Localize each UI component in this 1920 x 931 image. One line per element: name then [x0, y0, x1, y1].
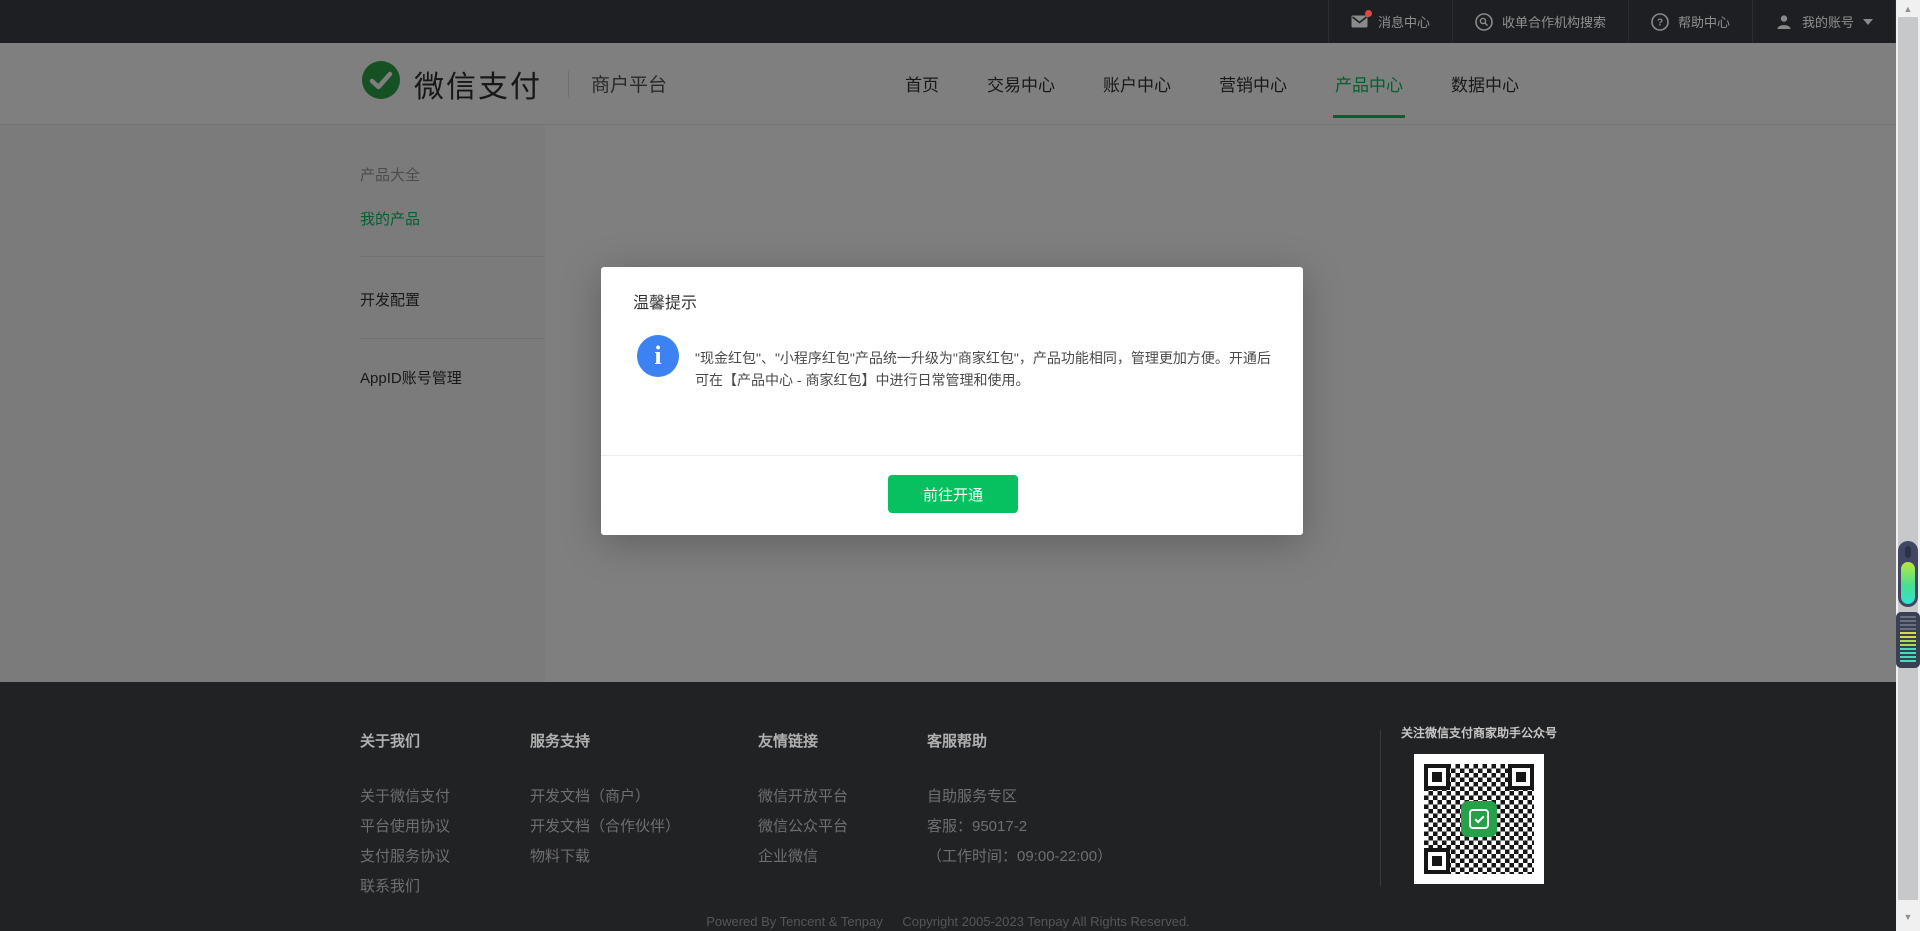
extension-gradient-indicator [1898, 541, 1918, 607]
qr-finder-icon [1508, 764, 1534, 790]
footer-link[interactable]: 开发文档（合作伙伴） [530, 812, 680, 842]
footer-col-title: 客服帮助 [927, 730, 1112, 751]
copyright-text: Copyright 2005-2023 Tenpay All Rights Re… [902, 914, 1189, 929]
topbar-item-label: 收单合作机构搜索 [1502, 12, 1606, 31]
dialog-message: "现金红包"、"小程序红包"产品统一升级为"商家红包"，产品功能相同，管理更加方… [695, 347, 1280, 391]
topbar: 消息中心 收单合作机构搜索 ? 帮助中心 我的账号 [0, 0, 1896, 43]
scrollbar-thumb[interactable] [1898, 17, 1918, 900]
dialog-title: 温馨提示 [633, 289, 697, 313]
footer-link[interactable]: 关于微信支付 [360, 782, 450, 812]
topbar-item-label: 帮助中心 [1678, 12, 1730, 31]
qr-section: 关注微信支付商家助手公众号 [1394, 724, 1564, 884]
qr-center-logo-icon [1461, 801, 1497, 837]
footer-link[interactable]: 自助服务专区 [927, 782, 1112, 812]
scrollbar: ▲ ▼ [1896, 0, 1920, 931]
footer-link[interactable]: 联系我们 [360, 872, 450, 902]
topbar-item-acquirer-search[interactable]: 收单合作机构搜索 [1452, 0, 1628, 43]
footer: 关于我们 关于微信支付 平台使用协议 支付服务协议 联系我们 服务支持 开发文档… [0, 682, 1896, 931]
footer-col-title: 服务支持 [530, 730, 680, 751]
footer-link[interactable]: 开发文档（商户） [530, 782, 680, 812]
copyright-line: Powered By Tencent & Tenpay Copyright 20… [0, 914, 1896, 929]
footer-col-service-support: 服务支持 开发文档（商户） 开发文档（合作伙伴） 物料下载 [530, 730, 680, 872]
qr-caption: 关注微信支付商家助手公众号 [1394, 724, 1564, 741]
footer-text-hours: （工作时间：09:00-22:00） [927, 842, 1112, 872]
footer-col-title: 关于我们 [360, 730, 450, 751]
topbar-item-help-center[interactable]: ? 帮助中心 [1628, 0, 1752, 43]
footer-text-hotline: 客服：95017-2 [927, 812, 1112, 842]
footer-link[interactable]: 企业微信 [758, 842, 848, 872]
qr-finder-icon [1424, 848, 1450, 874]
footer-col-title: 友情链接 [758, 730, 848, 751]
qr-finder-icon [1424, 764, 1450, 790]
info-icon: i [637, 335, 679, 377]
mail-icon [1351, 13, 1369, 31]
svg-text:?: ? [1657, 17, 1663, 28]
circled-question-icon: ? [1651, 13, 1669, 31]
extension-striped-indicator [1896, 612, 1920, 668]
footer-link[interactable]: 物料下载 [530, 842, 680, 872]
footer-col-customer-help: 客服帮助 自助服务专区 客服：95017-2 （工作时间：09:00-22:00… [927, 730, 1112, 872]
dialog-footer-divider [601, 455, 1303, 456]
footer-link[interactable]: 平台使用协议 [360, 812, 450, 842]
footer-link[interactable]: 微信开放平台 [758, 782, 848, 812]
chevron-down-icon [1863, 19, 1873, 25]
topbar-item-messages[interactable]: 消息中心 [1328, 0, 1452, 43]
user-icon [1775, 13, 1793, 31]
go-activate-button[interactable]: 前往开通 [888, 475, 1018, 513]
powered-by-text: Powered By Tencent & Tenpay [706, 914, 883, 929]
page: 消息中心 收单合作机构搜索 ? 帮助中心 我的账号 微信 [0, 0, 1920, 931]
topbar-item-my-account[interactable]: 我的账号 [1752, 0, 1896, 43]
scrollbar-up-arrow[interactable]: ▲ [1896, 4, 1920, 14]
footer-col-friend-links: 友情链接 微信开放平台 微信公众平台 企业微信 [758, 730, 848, 872]
footer-vertical-divider [1380, 730, 1381, 886]
notice-dialog: 温馨提示 i "现金红包"、"小程序红包"产品统一升级为"商家红包"，产品功能相… [601, 267, 1303, 535]
circled-search-icon [1475, 13, 1493, 31]
footer-col-about: 关于我们 关于微信支付 平台使用协议 支付服务协议 联系我们 [360, 730, 450, 902]
footer-link[interactable]: 支付服务协议 [360, 842, 450, 872]
topbar-item-label: 消息中心 [1378, 12, 1430, 31]
scrollbar-down-arrow[interactable]: ▼ [1896, 912, 1920, 922]
topbar-item-label: 我的账号 [1802, 12, 1854, 31]
unread-badge-dot [1365, 10, 1372, 17]
footer-link[interactable]: 微信公众平台 [758, 812, 848, 842]
qr-code-image [1414, 754, 1544, 884]
